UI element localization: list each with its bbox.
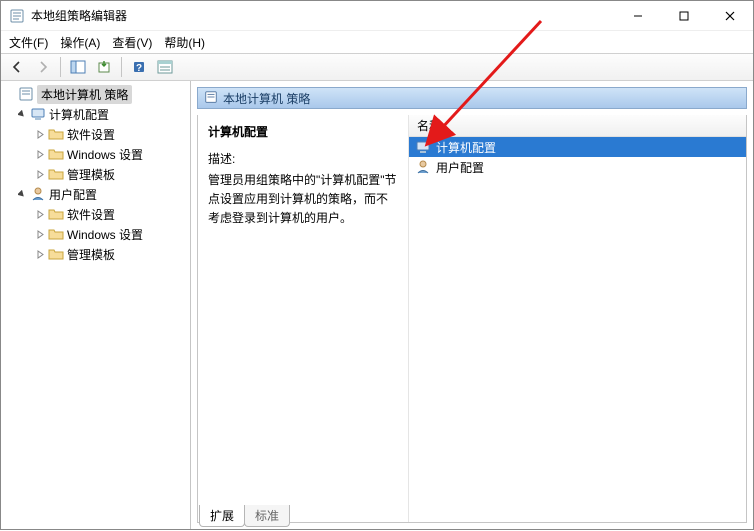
tree-root[interactable]: 本地计算机 策略: [1, 84, 190, 104]
expander-closed-icon[interactable]: [33, 167, 47, 181]
tab-extended[interactable]: 扩展: [199, 505, 245, 527]
client-area: 本地计算机 策略 计算机配置 软件设置 Windows 设置: [1, 81, 753, 529]
properties-button[interactable]: [153, 56, 177, 78]
tree-label: Windows 设置: [67, 146, 143, 163]
app-icon: [9, 8, 25, 24]
list-item-computer-config[interactable]: 计算机配置: [409, 137, 746, 157]
details-right-column: 名称 计算机配置 用户配置: [408, 115, 746, 522]
folder-icon: [48, 166, 64, 182]
show-tree-button[interactable]: [66, 56, 90, 78]
maximize-button[interactable]: [661, 1, 707, 31]
folder-icon: [48, 146, 64, 162]
tree-computer-config[interactable]: 计算机配置: [1, 104, 190, 124]
window-title: 本地组策略编辑器: [31, 7, 127, 24]
menu-view[interactable]: 查看(V): [112, 34, 152, 51]
toolbar: ?: [1, 53, 753, 81]
description-text: 管理员用组策略中的"计算机配置"节点设置应用到计算机的策略，而不考虑登录到计算机…: [208, 171, 398, 229]
expander-closed-icon[interactable]: [33, 127, 47, 141]
details-body: 计算机配置 描述: 管理员用组策略中的"计算机配置"节点设置应用到计算机的策略，…: [197, 115, 747, 523]
menubar: 文件(F) 操作(A) 查看(V) 帮助(H): [1, 31, 753, 53]
details-header-text: 本地计算机 策略: [223, 90, 310, 107]
help-button[interactable]: ?: [127, 56, 151, 78]
menu-action[interactable]: 操作(A): [60, 34, 100, 51]
tree-windows-settings[interactable]: Windows 设置: [1, 144, 190, 164]
tab-label: 扩展: [210, 509, 234, 523]
tree-pane: 本地计算机 策略 计算机配置 软件设置 Windows 设置: [1, 81, 191, 529]
expander-open-icon[interactable]: [15, 107, 29, 121]
folder-icon: [48, 226, 64, 242]
toolbar-separator: [60, 57, 61, 77]
tree-label: Windows 设置: [67, 226, 143, 243]
details-header: 本地计算机 策略: [197, 87, 747, 109]
tree-user-config[interactable]: 用户配置: [1, 184, 190, 204]
close-button[interactable]: [707, 1, 753, 31]
policy-icon: [204, 90, 218, 107]
expander-closed-icon[interactable]: [33, 227, 47, 241]
tree-label: 用户配置: [49, 186, 97, 203]
folder-icon: [48, 246, 64, 262]
user-icon: [30, 186, 46, 202]
tree-label: 计算机配置: [49, 106, 109, 123]
folder-icon: [48, 126, 64, 142]
tree-label: 软件设置: [67, 126, 115, 143]
tab-label: 标准: [255, 509, 279, 523]
window-buttons: [615, 1, 753, 31]
user-icon: [415, 159, 431, 175]
expander-closed-icon[interactable]: [33, 147, 47, 161]
tree-software-settings-user[interactable]: 软件设置: [1, 204, 190, 224]
section-title: 计算机配置: [208, 123, 398, 140]
forward-button[interactable]: [31, 56, 55, 78]
policy-icon: [18, 86, 34, 102]
tab-standard[interactable]: 标准: [244, 505, 290, 527]
expander-closed-icon[interactable]: [33, 207, 47, 221]
expander-closed-icon[interactable]: [33, 247, 47, 261]
folder-icon: [48, 206, 64, 222]
back-button[interactable]: [5, 56, 29, 78]
column-header-label: 名称: [417, 117, 441, 134]
computer-icon: [415, 139, 431, 155]
svg-text:?: ?: [136, 63, 142, 74]
tree-label: 软件设置: [67, 206, 115, 223]
menu-help[interactable]: 帮助(H): [164, 34, 205, 51]
details-tabs: 扩展 标准: [199, 505, 289, 527]
details-left-column: 计算机配置 描述: 管理员用组策略中的"计算机配置"节点设置应用到计算机的策略，…: [198, 115, 408, 522]
tree-windows-settings-user[interactable]: Windows 设置: [1, 224, 190, 244]
tree-root-label: 本地计算机 策略: [37, 85, 132, 104]
menu-file[interactable]: 文件(F): [9, 34, 48, 51]
expander-open-icon[interactable]: [15, 187, 29, 201]
column-header-name[interactable]: 名称: [409, 115, 746, 137]
tree-label: 管理模板: [67, 166, 115, 183]
tree-admin-templates-user[interactable]: 管理模板: [1, 244, 190, 264]
details-pane: 本地计算机 策略 计算机配置 描述: 管理员用组策略中的"计算机配置"节点设置应…: [191, 81, 753, 529]
list-item-label: 用户配置: [436, 159, 484, 176]
description-label: 描述:: [208, 150, 398, 167]
computer-icon: [30, 106, 46, 122]
titlebar: 本地组策略编辑器: [1, 1, 753, 31]
list-item-user-config[interactable]: 用户配置: [409, 157, 746, 177]
tree-admin-templates[interactable]: 管理模板: [1, 164, 190, 184]
list-item-label: 计算机配置: [436, 139, 496, 156]
toolbar-separator: [121, 57, 122, 77]
minimize-button[interactable]: [615, 1, 661, 31]
tree-software-settings[interactable]: 软件设置: [1, 124, 190, 144]
tree: 本地计算机 策略 计算机配置 软件设置 Windows 设置: [1, 84, 190, 264]
export-button[interactable]: [92, 56, 116, 78]
tree-label: 管理模板: [67, 246, 115, 263]
